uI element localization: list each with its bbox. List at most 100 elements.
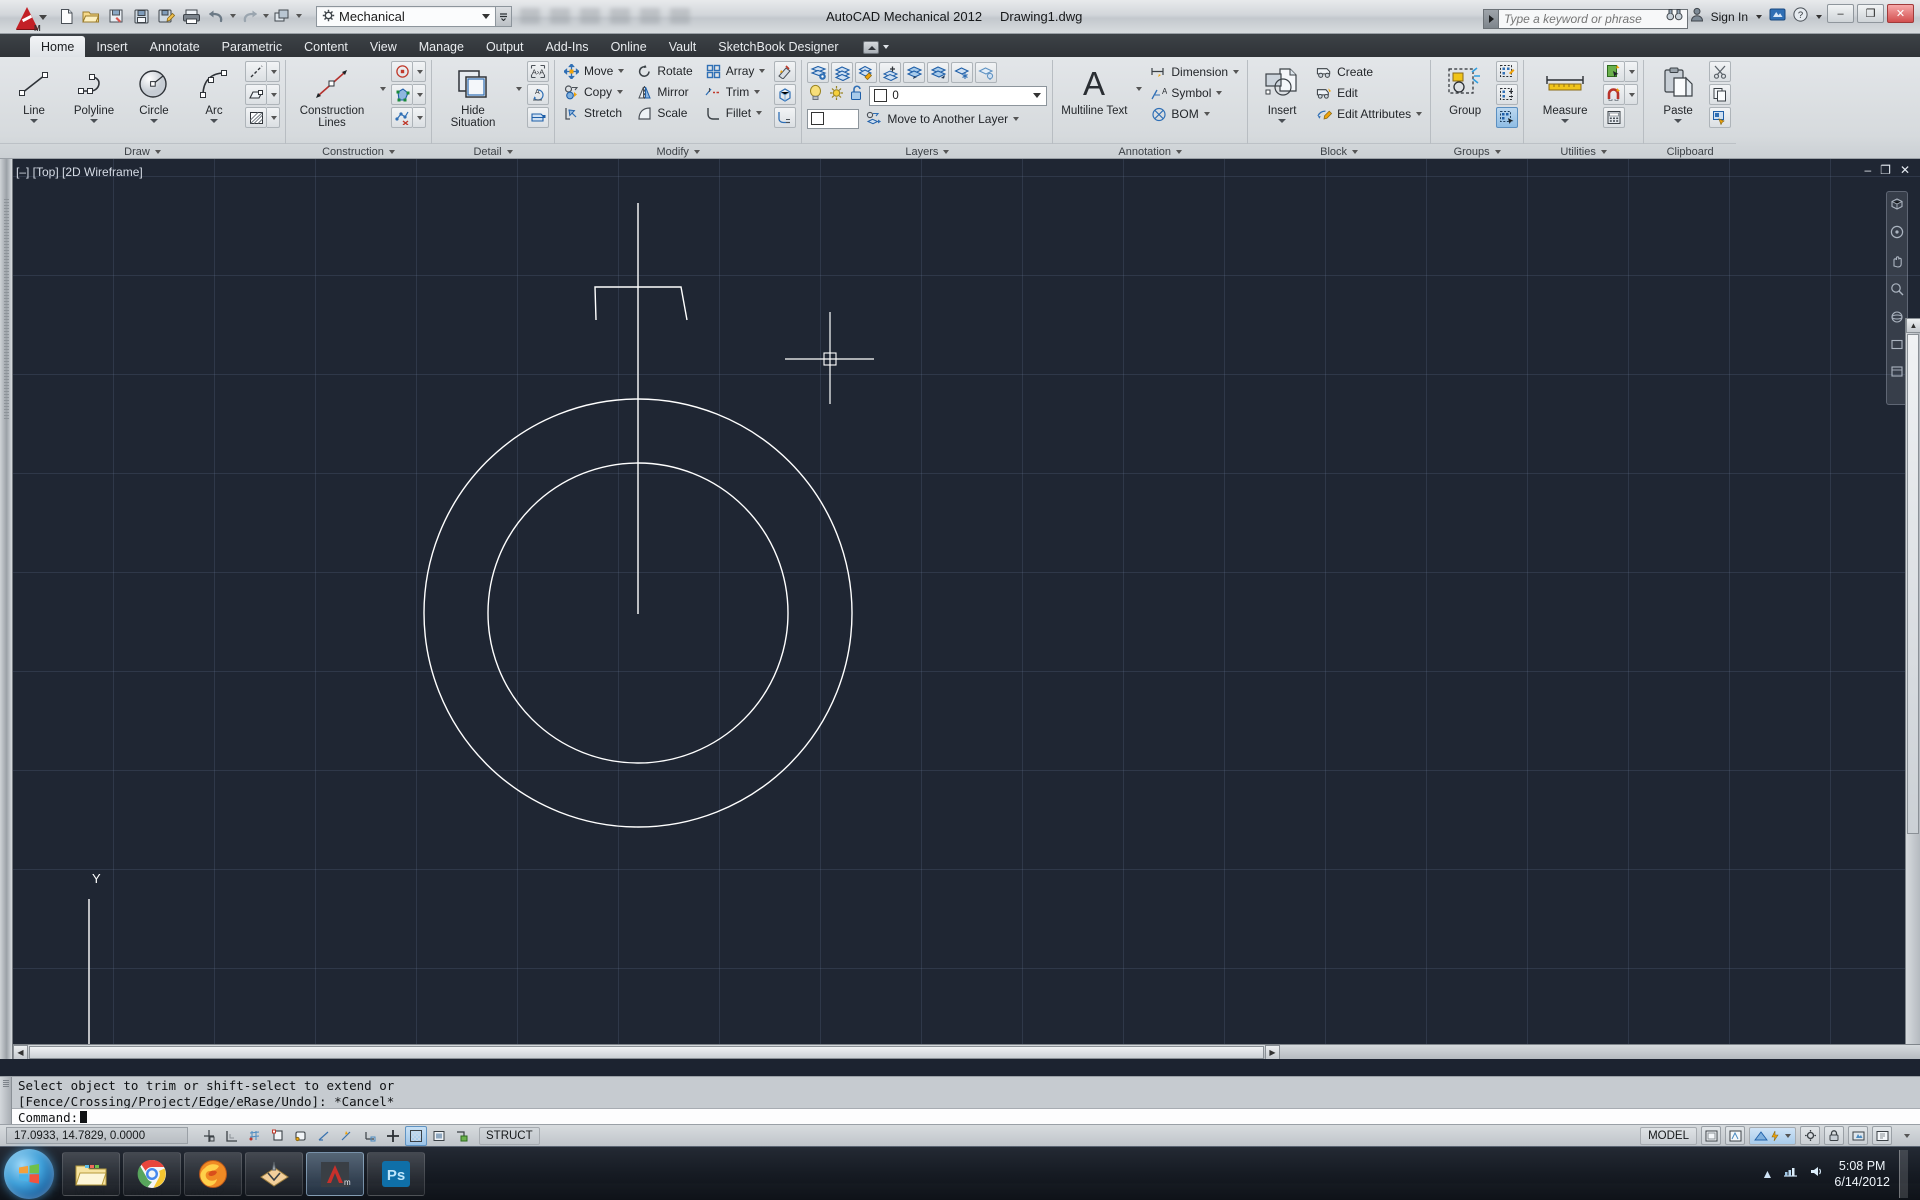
chevron-down-icon[interactable] [1561, 119, 1570, 123]
rectangle-icon[interactable] [245, 84, 267, 105]
user-account-icon[interactable] [1690, 7, 1704, 27]
scroll-up-button[interactable]: ▲ [1906, 318, 1920, 333]
circle-construction-icon[interactable] [391, 61, 413, 82]
ribbon-minimize-control[interactable] [863, 37, 890, 57]
chevron-down-icon[interactable] [1816, 15, 1822, 19]
chevron-down-icon[interactable] [1625, 84, 1639, 105]
tab-content[interactable]: Content [293, 36, 359, 57]
construction-flyout-caret[interactable] [375, 61, 389, 91]
chevron-down-icon[interactable] [1013, 116, 1020, 121]
chevron-down-icon[interactable] [618, 69, 625, 73]
chevron-down-icon[interactable] [413, 61, 426, 82]
workspace-selector[interactable]: Mechanical [316, 6, 496, 27]
chevron-down-icon[interactable] [90, 119, 98, 123]
tab-home[interactable]: Home [30, 36, 86, 57]
hardware-accel-icon[interactable] [1848, 1126, 1868, 1145]
struct-indicator[interactable]: STRUCT [479, 1126, 540, 1145]
taskbar-clock[interactable]: 5:08 PM 6/14/2012 [1834, 1158, 1890, 1190]
section-icon[interactable] [527, 107, 549, 128]
start-button[interactable] [4, 1148, 54, 1199]
save-as-icon[interactable] [104, 4, 128, 28]
taskbar-photoshop[interactable]: Ps [367, 1151, 425, 1196]
erase-construction-split-button[interactable] [391, 107, 426, 128]
chevron-down-icon[interactable] [759, 69, 766, 73]
panel-title-annotation[interactable]: Annotation [1053, 143, 1248, 159]
clean-screen-icon[interactable] [1872, 1126, 1892, 1145]
panel-title-block[interactable]: Block [1248, 143, 1431, 159]
symbol-button[interactable]: A Symbol [1147, 83, 1242, 103]
line-button[interactable]: Line [5, 61, 63, 123]
bom-button[interactable]: BOM [1147, 104, 1242, 124]
power-erase-icon[interactable] [774, 61, 797, 82]
taskbar-chrome[interactable] [123, 1151, 181, 1196]
snap-mode-toggle[interactable] [221, 1126, 243, 1146]
layer-freeze-icon[interactable] [951, 62, 974, 83]
panel-title-clipboard[interactable]: Clipboard [1644, 143, 1737, 159]
chevron-down-icon[interactable] [267, 61, 280, 82]
save-edit-icon[interactable] [154, 4, 178, 28]
measure-button[interactable]: Measure [1529, 61, 1601, 123]
save-icon[interactable] [129, 4, 153, 28]
explode-icon[interactable] [774, 84, 797, 105]
zoom-icon[interactable] [1890, 282, 1904, 301]
multiline-text-button[interactable]: A Multiline Text [1058, 61, 1130, 117]
group-button[interactable]: Group [1436, 61, 1494, 117]
polyline-button[interactable]: Polyline [65, 61, 123, 123]
layer-properties-icon[interactable] [807, 62, 830, 83]
chevron-down-icon[interactable] [1233, 70, 1240, 74]
layer-color-combo[interactable] [807, 108, 860, 129]
hatch-split-button[interactable] [245, 107, 280, 128]
lightbulb-icon[interactable] [807, 84, 824, 107]
dynamic-input-toggle[interactable] [382, 1126, 404, 1146]
detail-rotate-icon[interactable]: A [527, 84, 549, 105]
transparency-toggle[interactable] [428, 1126, 450, 1146]
edit-attributes-button[interactable]: Edit Attributes [1313, 104, 1425, 124]
application-menu-button[interactable]: M [6, 2, 48, 33]
quick-properties-toggle[interactable] [451, 1126, 473, 1146]
chevron-down-icon[interactable] [754, 90, 761, 94]
undo-icon[interactable] [204, 4, 228, 28]
sun-icon[interactable] [828, 84, 845, 107]
drawing-canvas[interactable]: Y X [–] [Top] [2D Wireframe] – ❐ ✕ [0, 159, 1920, 1059]
qat-overflow-button[interactable] [496, 6, 512, 27]
taskbar-sketchbook[interactable] [245, 1151, 303, 1196]
network-icon[interactable] [1782, 1164, 1799, 1184]
unlock-icon[interactable] [849, 84, 865, 107]
chevron-down-icon[interactable] [267, 107, 280, 128]
chevron-down-icon[interactable] [413, 107, 426, 128]
panel-title-utilities[interactable]: Utilities [1524, 143, 1644, 159]
point-snap-split-button[interactable] [1603, 84, 1639, 105]
lock-toolbar-icon[interactable] [1824, 1126, 1844, 1145]
layer-paint-icon[interactable] [855, 62, 878, 83]
annotation-scale-selector[interactable] [1749, 1126, 1796, 1145]
minimize-window-button[interactable]: – [1827, 4, 1854, 23]
steering-wheel-icon[interactable] [1890, 225, 1904, 244]
polygon-construction-icon[interactable] [391, 84, 413, 105]
dynamic-ucs-toggle[interactable] [359, 1126, 381, 1146]
hatch-icon[interactable] [245, 107, 267, 128]
scroll-right-button[interactable]: ▶ [1265, 1044, 1280, 1059]
trim-button[interactable]: Trim [702, 82, 769, 102]
vertical-scroll-thumb[interactable] [1907, 334, 1919, 834]
show-desktop-button[interactable] [1899, 1150, 1908, 1198]
chevron-down-icon[interactable] [1674, 119, 1683, 123]
stretch-button[interactable]: Stretch [560, 103, 627, 123]
redo-dropdown-icon[interactable] [263, 14, 269, 18]
construction-lines-button[interactable]: Construction Lines [291, 61, 373, 129]
arc-button[interactable]: Arc [185, 61, 243, 123]
panel-title-detail[interactable]: Detail [432, 143, 554, 159]
dashed-line-icon[interactable] [245, 61, 267, 82]
coordinate-display[interactable]: 17.0933, 14.7829, 0.0000 [6, 1127, 188, 1144]
fillet-button[interactable]: Fillet [702, 103, 769, 123]
chevron-down-icon[interactable] [267, 84, 280, 105]
layer-manager-icon[interactable] [831, 62, 854, 83]
viewport-close-button[interactable]: ✕ [1900, 163, 1910, 177]
calculator-icon[interactable] [1603, 107, 1626, 128]
command-input-line[interactable]: Command: [12, 1108, 1920, 1125]
scale-area-icon[interactable]: A›A [527, 61, 549, 82]
tab-vault[interactable]: Vault [658, 36, 708, 57]
annotation-flyout-caret[interactable] [1132, 61, 1145, 91]
viewcube-icon[interactable] [1890, 197, 1904, 216]
tab-insert[interactable]: Insert [85, 36, 138, 57]
tab-annotate[interactable]: Annotate [139, 36, 211, 57]
